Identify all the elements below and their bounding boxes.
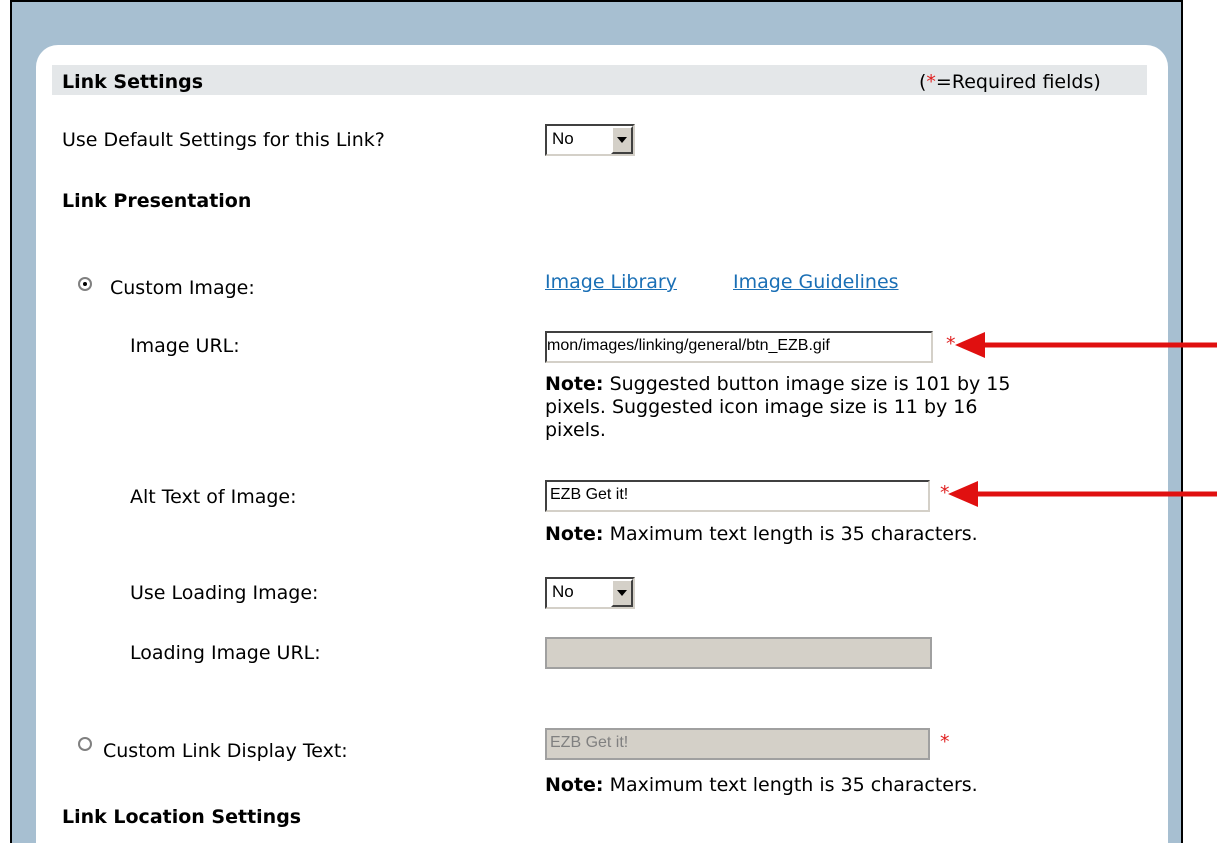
required-asterisk: * (940, 731, 950, 753)
image-url-note-line2: pixels. Suggested icon image size is 11 … (545, 396, 978, 418)
custom-text-input[interactable]: EZB Get it! (545, 728, 930, 760)
image-url-input[interactable]: mon/images/linking/general/btn_EZB.gif (545, 331, 933, 363)
image-library-link[interactable]: Image Library (545, 271, 677, 293)
chevron-down-icon[interactable] (611, 126, 633, 154)
custom-text-label: Custom Link Display Text: (103, 740, 348, 762)
custom-text-note: Note: Maximum text length is 35 characte… (545, 774, 978, 796)
link-location-heading: Link Location Settings (62, 806, 302, 828)
image-guidelines-link[interactable]: Image Guidelines (733, 271, 899, 293)
custom-image-radio[interactable] (78, 277, 92, 291)
section-title: Link Settings (62, 71, 204, 93)
custom-text-radio[interactable] (78, 737, 92, 751)
image-url-label: Image URL: (130, 335, 240, 357)
image-url-note: Note: Suggested button image size is 101… (545, 373, 1011, 395)
use-loading-select[interactable]: No (545, 577, 635, 609)
loading-url-input[interactable] (545, 637, 932, 669)
alt-text-input[interactable]: EZB Get it! (545, 480, 930, 512)
use-loading-label: Use Loading Image: (130, 582, 319, 604)
image-url-note-line3: pixels. (545, 419, 606, 441)
red-arrow-icon (955, 332, 1217, 358)
chevron-down-icon[interactable] (611, 579, 633, 607)
alt-text-label: Alt Text of Image: (130, 486, 297, 508)
use-default-select[interactable]: No (545, 124, 635, 156)
red-arrow-icon (948, 481, 1217, 507)
alt-text-note: Note: Maximum text length is 35 characte… (545, 523, 978, 545)
required-fields-note: (*=Required fields) (919, 71, 1101, 93)
link-presentation-heading: Link Presentation (62, 190, 252, 212)
use-default-label: Use Default Settings for this Link? (62, 129, 385, 151)
custom-image-label: Custom Image: (110, 277, 255, 299)
loading-url-label: Loading Image URL: (130, 642, 321, 664)
